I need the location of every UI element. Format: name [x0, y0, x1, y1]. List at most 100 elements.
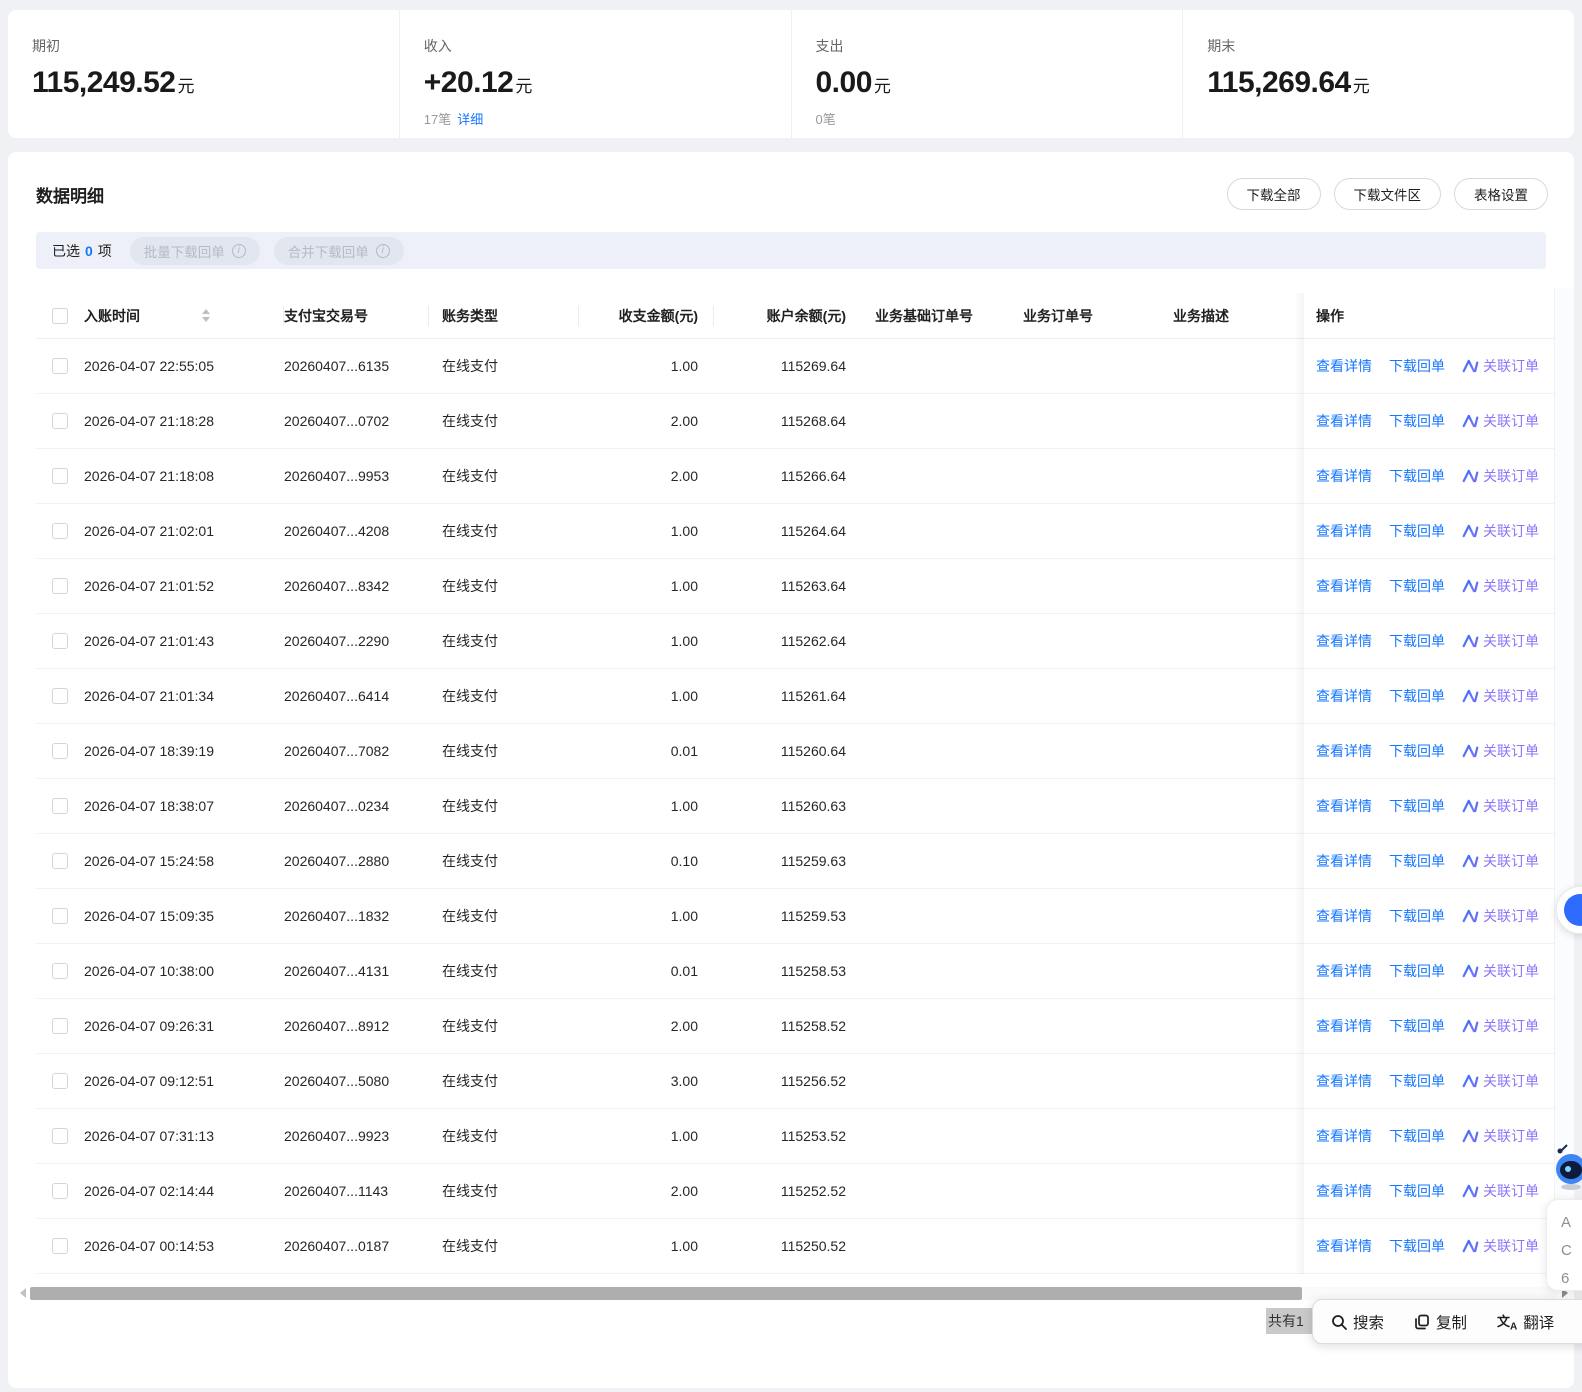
related-order-link[interactable]: 关联订单: [1483, 851, 1539, 871]
download-receipt-link[interactable]: 下载回单: [1389, 631, 1445, 651]
batch-download-button[interactable]: 批量下载回单 i: [130, 237, 260, 265]
row-checkbox[interactable]: [52, 578, 68, 594]
row-checkbox[interactable]: [52, 1238, 68, 1254]
view-details-link[interactable]: 查看详情: [1316, 1071, 1372, 1091]
table-row: 2026-04-07 10:38:00 20260407...4131 在线支付…: [36, 944, 1554, 999]
related-order-link[interactable]: 关联订单: [1483, 356, 1539, 376]
related-order-link[interactable]: 关联订单: [1483, 631, 1539, 651]
sort-icon[interactable]: [202, 309, 210, 322]
context-translate-button[interactable]: 文A 翻译: [1497, 1311, 1554, 1333]
merge-download-button[interactable]: 合并下载回单 i: [274, 237, 404, 265]
row-checkbox[interactable]: [52, 963, 68, 979]
related-order-link[interactable]: 关联订单: [1483, 686, 1539, 706]
row-checkbox[interactable]: [52, 633, 68, 649]
view-details-link[interactable]: 查看详情: [1316, 356, 1372, 376]
download-receipt-link[interactable]: 下载回单: [1389, 851, 1445, 871]
cell-entry-time: 2026-04-07 09:12:51: [84, 1054, 284, 1108]
cell-description: [1160, 614, 1304, 668]
related-order-link[interactable]: 关联订单: [1483, 1236, 1539, 1256]
side-panel-collapsed[interactable]: A C 6: [1546, 1199, 1582, 1291]
cell-balance: 115250.52: [714, 1219, 862, 1273]
view-details-link[interactable]: 查看详情: [1316, 741, 1372, 761]
robot-mascot-icon[interactable]: [1551, 1143, 1582, 1200]
row-checkbox[interactable]: [52, 468, 68, 484]
download-receipt-link[interactable]: 下载回单: [1389, 521, 1445, 541]
cell-entry-time: 2026-04-07 07:31:13: [84, 1109, 284, 1163]
info-icon: i: [232, 244, 246, 258]
download-receipt-link[interactable]: 下载回单: [1389, 1126, 1445, 1146]
download-receipt-link[interactable]: 下载回单: [1389, 1016, 1445, 1036]
download-receipt-link[interactable]: 下载回单: [1389, 411, 1445, 431]
related-order-link[interactable]: 关联订单: [1483, 1016, 1539, 1036]
download-receipt-link[interactable]: 下载回单: [1389, 1236, 1445, 1256]
row-checkbox[interactable]: [52, 523, 68, 539]
cell-base-order-id: [862, 669, 1010, 723]
view-details-link[interactable]: 查看详情: [1316, 1016, 1372, 1036]
row-checkbox[interactable]: [52, 413, 68, 429]
download-receipt-link[interactable]: 下载回单: [1389, 961, 1445, 981]
related-order-link[interactable]: 关联订单: [1483, 466, 1539, 486]
related-order-link[interactable]: 关联订单: [1483, 906, 1539, 926]
view-details-link[interactable]: 查看详情: [1316, 906, 1372, 926]
scrollbar-thumb[interactable]: [30, 1287, 1302, 1300]
cell-entry-time: 2026-04-07 18:39:19: [84, 724, 284, 778]
row-checkbox[interactable]: [52, 1018, 68, 1034]
download-receipt-link[interactable]: 下载回单: [1389, 1071, 1445, 1091]
view-details-link[interactable]: 查看详情: [1316, 631, 1372, 651]
download-receipt-link[interactable]: 下载回单: [1389, 906, 1445, 926]
scroll-left-arrow-icon[interactable]: [20, 1288, 26, 1298]
view-details-link[interactable]: 查看详情: [1316, 1126, 1372, 1146]
view-details-link[interactable]: 查看详情: [1316, 466, 1372, 486]
download-receipt-link[interactable]: 下载回单: [1389, 741, 1445, 761]
related-order-link[interactable]: 关联订单: [1483, 521, 1539, 541]
view-details-link[interactable]: 查看详情: [1316, 686, 1372, 706]
view-details-link[interactable]: 查看详情: [1316, 851, 1372, 871]
row-checkbox[interactable]: [52, 688, 68, 704]
download-receipt-link[interactable]: 下载回单: [1389, 686, 1445, 706]
download-receipt-link[interactable]: 下载回单: [1389, 466, 1445, 486]
related-order-link[interactable]: 关联订单: [1483, 1071, 1539, 1091]
view-details-link[interactable]: 查看详情: [1316, 521, 1372, 541]
context-copy-button[interactable]: 复制: [1414, 1311, 1467, 1333]
download-zone-button[interactable]: 下载文件区: [1334, 178, 1442, 210]
row-checkbox[interactable]: [52, 853, 68, 869]
ai-icon: [1462, 359, 1479, 373]
income-detail-link[interactable]: 详细: [457, 112, 483, 127]
related-order-link[interactable]: 关联订单: [1483, 741, 1539, 761]
select-all-checkbox[interactable]: [52, 308, 68, 324]
view-details-link[interactable]: 查看详情: [1316, 796, 1372, 816]
cell-transaction-id: 20260407...0702: [284, 394, 429, 448]
related-order-link[interactable]: 关联订单: [1483, 411, 1539, 431]
table-row: 2026-04-07 15:09:35 20260407...1832 在线支付…: [36, 889, 1554, 944]
view-details-link[interactable]: 查看详情: [1316, 1236, 1372, 1256]
table-row: 2026-04-07 21:18:08 20260407...9953 在线支付…: [36, 449, 1554, 504]
related-order-link[interactable]: 关联订单: [1483, 796, 1539, 816]
table-row: 2026-04-07 00:14:53 20260407...0187 在线支付…: [36, 1219, 1554, 1274]
row-checkbox[interactable]: [52, 908, 68, 924]
related-order-link[interactable]: 关联订单: [1483, 1126, 1539, 1146]
row-checkbox[interactable]: [52, 1183, 68, 1199]
row-checkbox[interactable]: [52, 1128, 68, 1144]
table-settings-button[interactable]: 表格设置: [1454, 178, 1548, 210]
summary-income: 收入 +20.12元 17笔详细: [399, 10, 791, 138]
download-receipt-link[interactable]: 下载回单: [1389, 796, 1445, 816]
download-all-button[interactable]: 下载全部: [1227, 178, 1321, 210]
related-order-link[interactable]: 关联订单: [1483, 1181, 1539, 1201]
scrollbar-track[interactable]: [30, 1287, 1556, 1300]
row-checkbox[interactable]: [52, 358, 68, 374]
related-order-link[interactable]: 关联订单: [1483, 961, 1539, 981]
context-search-button[interactable]: 搜索: [1331, 1311, 1384, 1333]
download-receipt-link[interactable]: 下载回单: [1389, 356, 1445, 376]
view-details-link[interactable]: 查看详情: [1316, 576, 1372, 596]
view-details-link[interactable]: 查看详情: [1316, 411, 1372, 431]
row-checkbox[interactable]: [52, 743, 68, 759]
cell-transaction-id: 20260407...2880: [284, 834, 429, 888]
row-checkbox[interactable]: [52, 1073, 68, 1089]
related-order-link[interactable]: 关联订单: [1483, 576, 1539, 596]
view-details-link[interactable]: 查看详情: [1316, 1181, 1372, 1201]
view-details-link[interactable]: 查看详情: [1316, 961, 1372, 981]
row-checkbox[interactable]: [52, 798, 68, 814]
download-receipt-link[interactable]: 下载回单: [1389, 1181, 1445, 1201]
download-receipt-link[interactable]: 下载回单: [1389, 576, 1445, 596]
cell-description: [1160, 449, 1304, 503]
